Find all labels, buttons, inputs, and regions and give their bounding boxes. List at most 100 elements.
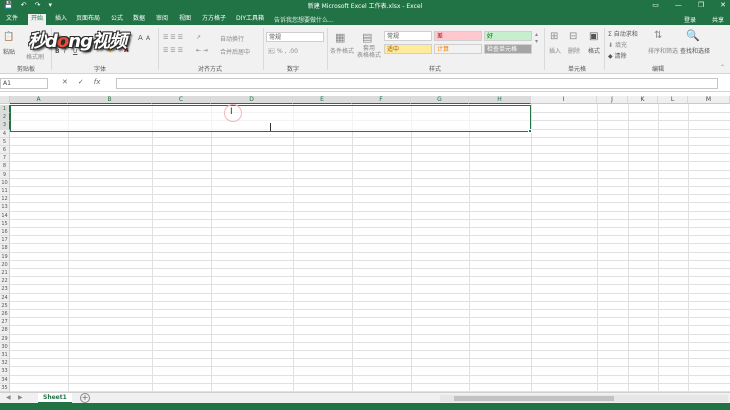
row-header[interactable]: 17 [0,236,10,245]
column-header[interactable]: J [597,96,628,104]
row-header[interactable]: 15 [0,219,10,228]
tab-fangfanggezi[interactable]: 方方格子 [199,14,229,25]
scrollbar-thumb[interactable] [454,396,614,401]
row-header[interactable]: 24 [0,293,10,302]
accounting-format-icon[interactable]: 🖭 % ‚ .00 [268,47,298,57]
wrap-text-button[interactable]: 自动换行 [220,34,244,43]
merge-center-button[interactable]: 合并后居中 [220,47,250,56]
row-header[interactable]: 30 [0,342,10,351]
conditional-format-button[interactable]: 条件格式 [330,46,354,55]
share-button[interactable]: 共享 [712,15,724,24]
conditional-format-icon[interactable]: ▦ [335,31,345,44]
styles-scroll-icon[interactable]: ▴ ▾ [535,31,538,45]
select-all-corner[interactable] [0,96,10,104]
add-sheet-button[interactable]: + [80,393,90,403]
confirm-entry-icon[interactable]: ✓ [78,78,84,86]
orientation-icon[interactable]: ↗ [196,34,201,41]
align-left-icon[interactable]: ☰ ☰ ☰ [163,47,183,54]
style-calculation[interactable]: 计算 [434,44,482,54]
grow-font-button[interactable]: A [138,34,143,42]
tab-page-layout[interactable]: 页面布局 [73,14,103,25]
insert-cells-icon[interactable]: ⊞ [550,31,558,42]
row-header[interactable]: 6 [0,146,10,155]
indent-icon[interactable]: ⇤ ⇥ [196,47,208,54]
tab-formulas[interactable]: 公式 [108,14,126,25]
sign-in-link[interactable]: 登录 [684,15,696,24]
clear-button[interactable]: ◆ 清除 [608,51,627,60]
style-good[interactable]: 好 [484,31,532,41]
row-header[interactable]: 22 [0,277,10,286]
autosum-button[interactable]: Σ 自动求和 [608,29,638,38]
tab-data[interactable]: 数据 [130,14,148,25]
row-header[interactable]: 9 [0,170,10,179]
tell-me-search[interactable]: 告诉我您想要做什么... [274,15,334,24]
row-header[interactable]: 13 [0,203,10,212]
sort-filter-button[interactable]: 排序和筛选 [648,46,678,55]
column-header[interactable]: E [293,96,352,104]
column-header[interactable]: M [688,96,730,104]
tab-review[interactable]: 审阅 [153,14,171,25]
horizontal-scrollbar[interactable] [440,395,728,402]
style-bad[interactable]: 差 [434,31,482,41]
column-header[interactable]: B [68,96,152,104]
row-header[interactable]: 7 [0,154,10,163]
format-painter-button[interactable]: 格式刷 [26,52,44,61]
row-header[interactable]: 26 [0,310,10,319]
find-select-icon[interactable]: 🔍 [686,29,700,42]
insert-function-icon[interactable]: fx [94,78,101,86]
name-box[interactable]: A1 [0,78,48,89]
find-select-button[interactable]: 查找和选择 [680,46,710,55]
row-header[interactable]: 8 [0,162,10,171]
column-header[interactable]: D [211,96,293,104]
column-header[interactable]: K [628,96,658,104]
shrink-font-button[interactable]: A [146,35,150,42]
row-header[interactable]: 23 [0,285,10,294]
ribbon-display-icon[interactable]: ▭ [652,0,659,11]
collapse-ribbon-icon[interactable]: ⌃ [720,64,725,71]
column-header[interactable]: A [10,96,68,104]
row-header[interactable]: 14 [0,211,10,220]
fill-handle[interactable] [528,129,532,133]
row-header[interactable]: 1 [0,105,10,114]
column-header[interactable]: F [352,96,411,104]
prev-sheet-icon[interactable]: ◀ [6,394,11,401]
sort-filter-icon[interactable]: ⇅ [654,30,662,41]
fill-button[interactable]: ⬇ 填充 [608,40,627,49]
format-as-table-button[interactable]: 套用 表格格式 [357,45,381,59]
cancel-entry-icon[interactable]: ✕ [62,78,68,86]
row-header[interactable]: 20 [0,260,10,269]
tab-home[interactable]: 开始 [28,14,47,25]
formula-input[interactable] [116,78,718,89]
format-cells-button[interactable]: 格式 [588,46,600,55]
number-format-select[interactable]: 常规 [266,32,324,42]
insert-cells-button[interactable]: 插入 [549,46,561,55]
delete-cells-button[interactable]: 删除 [568,46,580,55]
row-header[interactable]: 29 [0,334,10,343]
next-sheet-icon[interactable]: ▶ [18,394,23,401]
style-check-cell[interactable]: 检查单元格 [484,44,532,54]
row-header[interactable]: 33 [0,367,10,376]
row-header[interactable]: 12 [0,195,10,204]
format-cells-icon[interactable]: ▣ [589,31,598,42]
row-header[interactable]: 34 [0,375,10,384]
paste-icon[interactable]: 📋 [3,32,14,42]
tab-insert[interactable]: 插入 [52,14,70,25]
worksheet-grid[interactable]: A B C D E F G H I J K L M 1 2 3 4 5 6 7 8 9 10 11 12 13 14 15 16 17 18… [0,96,730,392]
tab-view[interactable]: 视图 [176,14,194,25]
align-top-icon[interactable]: ☰ ☰ ☰ [163,34,183,41]
delete-cells-icon[interactable]: ⊟ [569,31,577,42]
minimize-button[interactable]: — [675,0,682,11]
column-header[interactable]: G [411,96,469,104]
style-normal[interactable]: 常规 [384,31,432,41]
tab-file[interactable]: 文件 [3,14,21,25]
close-button[interactable]: ✕ [720,0,726,11]
tab-diy-toolbox[interactable]: DIY工具箱 [233,14,267,25]
row-header[interactable]: 3 [0,121,10,130]
column-header[interactable]: L [658,96,688,104]
row-header[interactable]: 31 [0,351,10,360]
row-header[interactable]: 10 [0,178,10,187]
column-header[interactable]: H [469,96,531,104]
row-header[interactable]: 35 [0,383,10,392]
row-header[interactable]: 27 [0,318,10,327]
row-header[interactable]: 18 [0,244,10,253]
